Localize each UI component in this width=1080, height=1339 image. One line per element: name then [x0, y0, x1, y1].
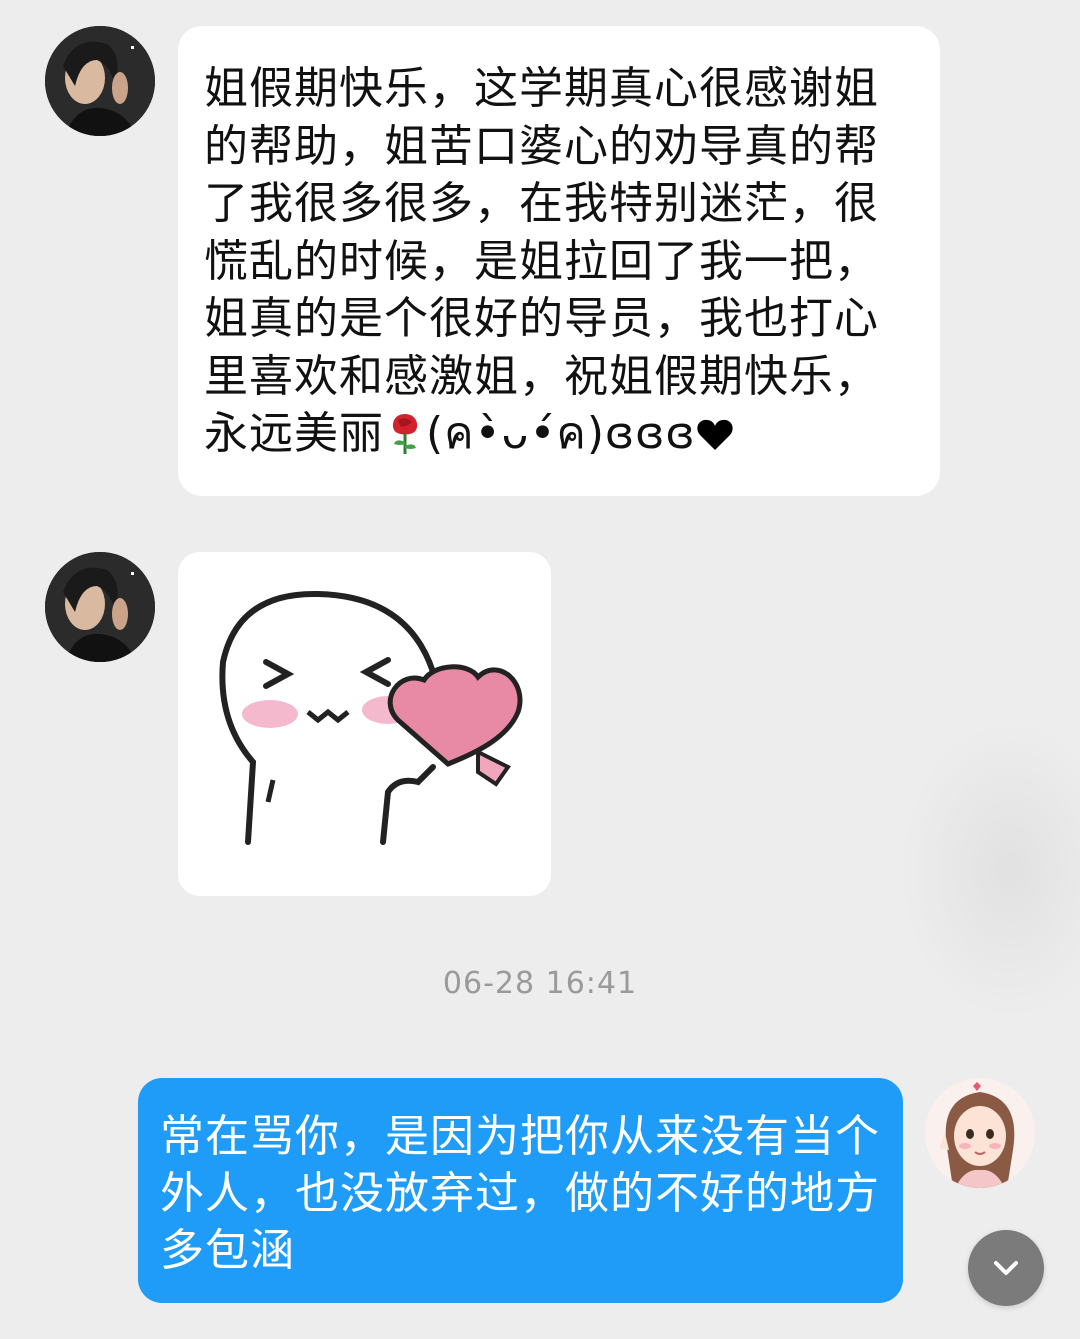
outgoing-message-text: 常在骂你，是因为把你从来没有当个外人，也没放弃过，做的不好的地方多包涵 [160, 1111, 880, 1276]
rose-emoji-icon [384, 410, 426, 456]
contact-avatar[interactable] [45, 552, 155, 662]
incoming-message-bubble[interactable]: 姐假期快乐，这学期真心很感谢姐的帮助，姐苦口婆心的劝导真的帮了我很多很多，在我特… [178, 26, 940, 496]
contact-avatar-image [45, 552, 155, 662]
message-body: 姐假期快乐，这学期真心很感谢姐的帮助，姐苦口婆心的劝导真的帮了我很多很多，在我特… [204, 63, 879, 459]
hugging-heart-sticker[interactable] [178, 552, 551, 896]
self-avatar[interactable] [925, 1078, 1035, 1188]
scroll-to-bottom-button[interactable] [968, 1230, 1044, 1306]
message-timestamp: 06-28 16:41 [442, 966, 638, 1001]
kaomoji-text: (ค•̀ᴗ•́ค)ɞɞɞ [426, 408, 696, 459]
contact-avatar[interactable] [45, 26, 155, 136]
outgoing-message-bubble[interactable]: 常在骂你，是因为把你从来没有当个外人，也没放弃过，做的不好的地方多包涵 [138, 1078, 903, 1303]
sticker-image [178, 552, 551, 896]
black-heart-icon [696, 409, 734, 450]
incoming-message-text: 姐假期快乐，这学期真心很感谢姐的帮助，姐苦口婆心的劝导真的帮了我很多很多，在我特… [204, 60, 918, 463]
chevron-down-icon [994, 1261, 1018, 1275]
contact-avatar-image [45, 26, 155, 136]
self-avatar-image [925, 1078, 1035, 1188]
